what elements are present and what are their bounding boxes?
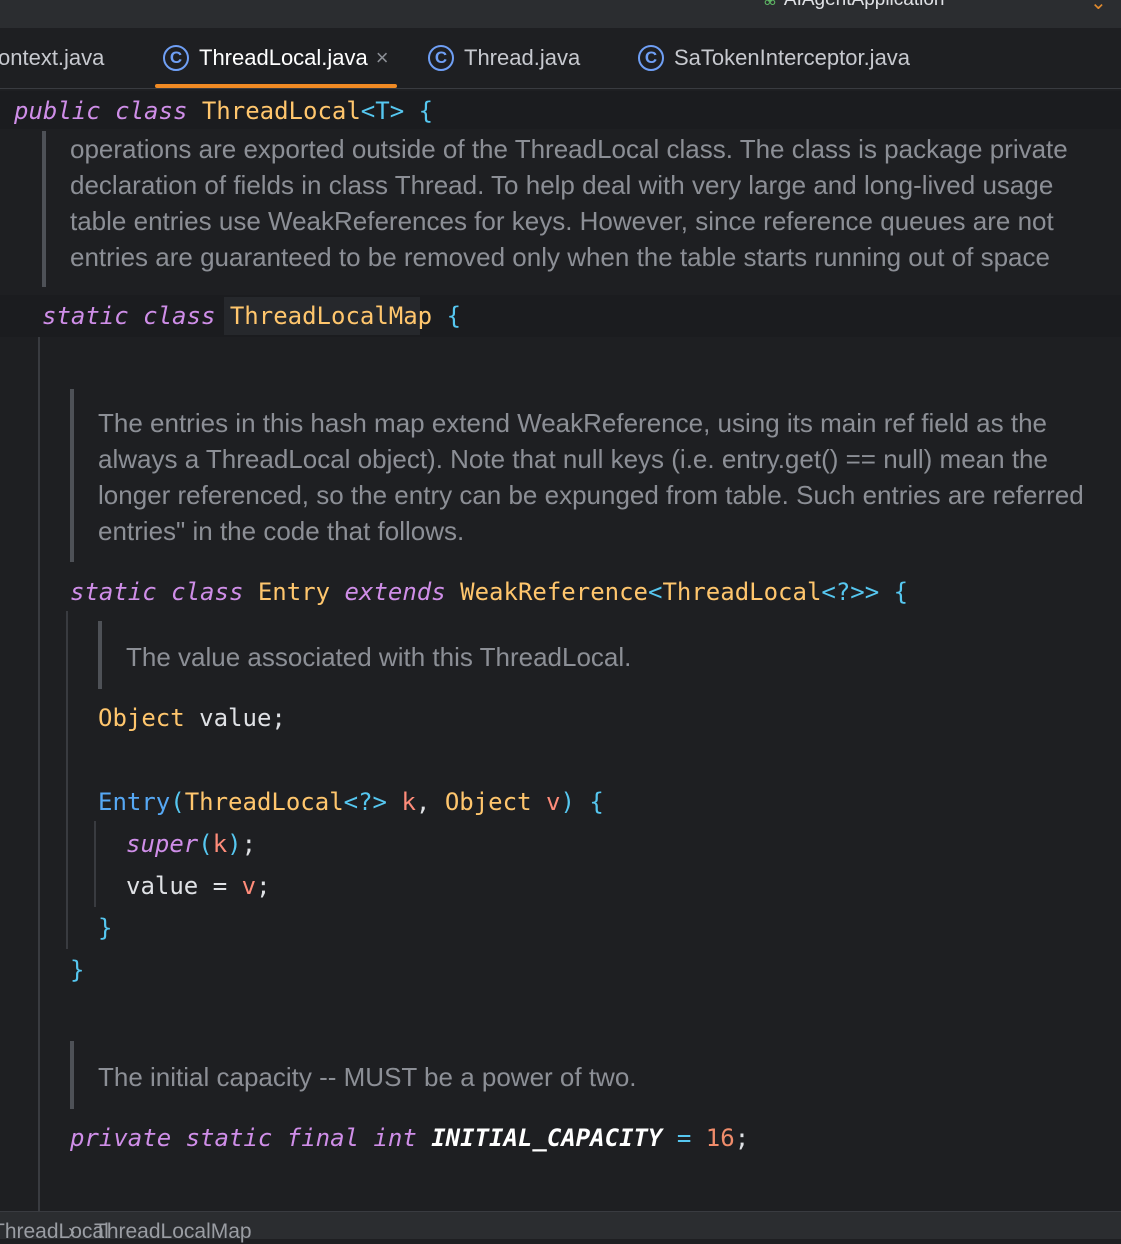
keyword: extends (344, 578, 446, 606)
type-name: ThreadLocal (662, 578, 822, 606)
doc-comment-bar (42, 131, 46, 287)
tab-threadlocal-java[interactable]: C ThreadLocal.java × (155, 28, 397, 88)
generic-bracket: <?>> (821, 578, 880, 606)
open-brace: { (589, 788, 604, 816)
generic-bracket: <?> (343, 788, 388, 816)
doc-line: operations are exported outside of the T… (70, 134, 1068, 164)
comma: , (415, 788, 431, 816)
field-name: value (126, 872, 199, 900)
operator: = (676, 1124, 692, 1152)
tab-satokeninterceptor-java[interactable]: C SaTokenInterceptor.java (638, 28, 910, 88)
parameter-name: k (401, 788, 416, 816)
parameter-name: v (545, 788, 561, 816)
run-config-dropdown-icon[interactable]: ⌄ (1090, 0, 1107, 15)
java-class-icon: C (638, 45, 664, 71)
constant-declaration: private static final int INITIAL_CAPACIT… (70, 1122, 749, 1154)
semicolon: ; (256, 872, 271, 900)
doc-line: The value associated with this ThreadLoc… (126, 642, 632, 672)
constructor-declaration: Entry(ThreadLocal<?> k, Object v) { (98, 786, 604, 818)
spring-boot-icon: ❀ (762, 0, 778, 10)
editor-tab-bar: ontext.java C ThreadLocal.java × C Threa… (0, 28, 1121, 89)
entry-class-declaration: static class Entry extends WeakReference… (70, 576, 908, 608)
tab-label: ThreadLocal.java (199, 45, 368, 70)
type-name: Object (98, 704, 185, 732)
doc-comment: The value associated with this ThreadLoc… (126, 639, 631, 675)
doc-comment: operations are exported outside of the T… (70, 131, 1068, 275)
doc-line: entries are guaranteed to be removed onl… (70, 242, 1050, 272)
tab-label: SaTokenInterceptor.java (674, 45, 911, 70)
keyword: public class (14, 97, 188, 125)
field-name: value (199, 704, 272, 732)
paren: ( (198, 830, 213, 858)
run-configuration-label: AIAgentApplication (784, 0, 945, 10)
run-configuration-selector[interactable]: ❀ AIAgentApplication (762, 0, 944, 11)
type-name: ThreadLocal (184, 788, 344, 816)
keyword: super (126, 830, 199, 858)
breadcrumb-item-threadlocal[interactable]: ThreadLocal (0, 1220, 109, 1244)
super-call: super(k); (126, 828, 256, 860)
doc-line: longer referenced, so the entry can be e… (98, 480, 1084, 510)
assignment: value = v; (126, 870, 271, 902)
doc-line: The initial capacity -- MUST be a power … (98, 1062, 637, 1092)
doc-line: always a ThreadLocal object). Note that … (98, 444, 1048, 474)
keyword: static class (42, 302, 216, 330)
breadcrumb-bar: ThreadLocal › ThreadLocalMap (0, 1211, 1121, 1243)
java-class-icon: C (428, 45, 454, 71)
paren: ( (170, 788, 185, 816)
tab-label: ontext.java (0, 45, 105, 70)
indent-guide (38, 337, 40, 1211)
breadcrumb-item-threadlocalmap[interactable]: ThreadLocalMap (94, 1220, 252, 1244)
open-brace: { (418, 97, 434, 125)
semicolon: ; (734, 1124, 750, 1152)
tab-thread-java[interactable]: C Thread.java (428, 28, 580, 88)
keyword: static class (70, 578, 244, 606)
doc-line: entries" in the code that follows. (98, 516, 465, 546)
class-name: ThreadLocalMap (229, 302, 433, 330)
close-brace: } (70, 956, 85, 984)
paren: ) (560, 788, 575, 816)
class-declaration: public class ThreadLocal<T> { (14, 95, 433, 127)
indent-guide (94, 821, 96, 907)
java-class-icon: C (163, 45, 189, 71)
tab-context-java[interactable]: ontext.java (0, 28, 104, 88)
class-name: ThreadLocal (201, 97, 361, 125)
threadlocalmap-declaration: static class ThreadLocalMap { (42, 300, 461, 332)
semicolon: ; (271, 704, 286, 732)
argument: k (212, 830, 228, 858)
type-name: WeakReference (460, 578, 648, 606)
breadcrumb-separator: › (68, 1220, 75, 1243)
doc-comment-bar (70, 389, 74, 562)
constant-name: INITIAL_CAPACITY (431, 1124, 663, 1152)
class-name: Entry (257, 578, 331, 606)
type-parameter: <T> (360, 97, 405, 125)
open-brace: { (446, 302, 462, 330)
doc-comment-bar (70, 1041, 74, 1109)
doc-line: table entries use WeakReferences for key… (70, 206, 1054, 236)
doc-comment-bar (98, 621, 102, 689)
semicolon: ; (241, 830, 257, 858)
field-declaration: Object value; (98, 702, 286, 734)
title-bar: ❀ AIAgentApplication ⌄ (0, 0, 1121, 29)
keyword: private static final int (70, 1124, 417, 1152)
paren: ) (227, 830, 242, 858)
constructor-name: Entry (98, 788, 171, 816)
doc-line: The entries in this hash map extend Weak… (98, 408, 1048, 438)
doc-comment: The initial capacity -- MUST be a power … (98, 1059, 637, 1095)
tab-label: Thread.java (464, 45, 581, 70)
code-editor[interactable]: public class ThreadLocal<T> { operations… (0, 89, 1121, 1211)
generic-bracket: < (648, 578, 663, 606)
type-name: Object (444, 788, 532, 816)
operator: = (212, 872, 228, 900)
parameter-name: v (241, 872, 257, 900)
close-icon[interactable]: × (376, 45, 389, 71)
indent-guide (66, 611, 68, 949)
number-literal: 16 (705, 1124, 735, 1152)
doc-line: declaration of fields in class Thread. T… (70, 170, 1054, 200)
open-brace: { (893, 578, 909, 606)
doc-comment: The entries in this hash map extend Weak… (98, 405, 1084, 549)
close-brace: } (98, 914, 113, 942)
